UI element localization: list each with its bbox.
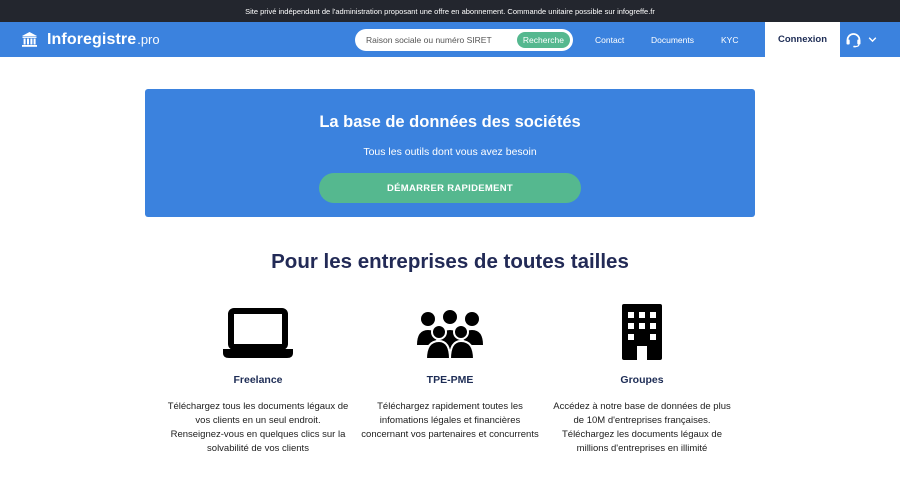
feature-tpe-pme: TPE-PME Téléchargez rapidement toutes le… xyxy=(350,303,550,442)
feature-groupes: Groupes Accédez à notre base de données … xyxy=(542,303,742,456)
bank-building-icon xyxy=(21,31,38,48)
laptop-icon xyxy=(158,303,358,363)
search-input[interactable] xyxy=(366,35,526,45)
headset-icon xyxy=(845,31,862,48)
building-icon xyxy=(542,303,742,363)
feature-desc-line: vos clients en un seul endroit. xyxy=(195,415,321,426)
connexion-button[interactable]: Connexion xyxy=(765,22,840,57)
feature-desc-line: solvabilité de vos clients xyxy=(207,443,309,454)
logo-tld: .pro xyxy=(137,32,160,47)
feature-description: Téléchargez rapidement toutes les infoma… xyxy=(350,400,550,442)
feature-title: Freelance xyxy=(233,374,283,386)
feature-desc-line: concernant vos partenaires et concurrent… xyxy=(361,429,539,440)
feature-desc-line: Accédez à notre base de données de plus xyxy=(553,401,731,412)
logo-name: Inforegistre xyxy=(47,30,137,48)
section-title: Pour les entreprises de toutes tailles xyxy=(271,250,629,273)
feature-desc-line: infomations légales et financières xyxy=(379,415,521,426)
users-icon xyxy=(350,303,550,363)
feature-desc-line: Téléchargez rapidement toutes les xyxy=(377,401,523,412)
nav-kyc-link[interactable]: KYC xyxy=(721,22,738,57)
top-info-text: Site privé indépendant de l'administrati… xyxy=(245,6,655,16)
logo-link[interactable]: Inforegistre .pro xyxy=(21,31,160,49)
top-info-bar: Site privé indépendant de l'administrati… xyxy=(0,0,900,22)
feature-description: Téléchargez tous les documents légaux de… xyxy=(158,400,358,456)
main-navbar: Inforegistre.pro Recherche Contact Docum… xyxy=(0,22,900,57)
support-menu[interactable] xyxy=(845,31,877,48)
feature-title: TPE-PME xyxy=(426,374,474,386)
hero-title: La base de données des sociétés xyxy=(319,113,581,131)
nav-documents-link[interactable]: Documents xyxy=(651,22,694,57)
start-quickly-button[interactable]: DÉMARRER RAPIDEMENT xyxy=(319,173,581,203)
feature-freelance: Freelance Téléchargez tous les documents… xyxy=(158,303,358,456)
feature-desc-line: de 10M d'entreprises françaises. xyxy=(573,415,711,426)
hero-banner: La base de données des sociétés Tous les… xyxy=(145,89,755,217)
feature-desc-line: Téléchargez les documents légaux de xyxy=(561,429,722,440)
feature-title: Groupes xyxy=(620,374,664,386)
feature-desc-line: millions d'entreprises en illimité xyxy=(576,443,708,454)
search-button[interactable]: Recherche xyxy=(516,32,570,48)
feature-desc-line: Téléchargez tous les documents légaux de xyxy=(167,401,349,412)
feature-description: Accédez à notre base de données de plus … xyxy=(542,400,742,456)
nav-contact-link[interactable]: Contact xyxy=(595,22,624,57)
hero-subtitle: Tous les outils dont vous avez besoin xyxy=(363,146,537,158)
search-bar: Recherche xyxy=(355,29,573,51)
feature-desc-line: Renseignez-vous en quelques clics sur la xyxy=(170,429,346,440)
chevron-down-icon xyxy=(868,35,877,44)
